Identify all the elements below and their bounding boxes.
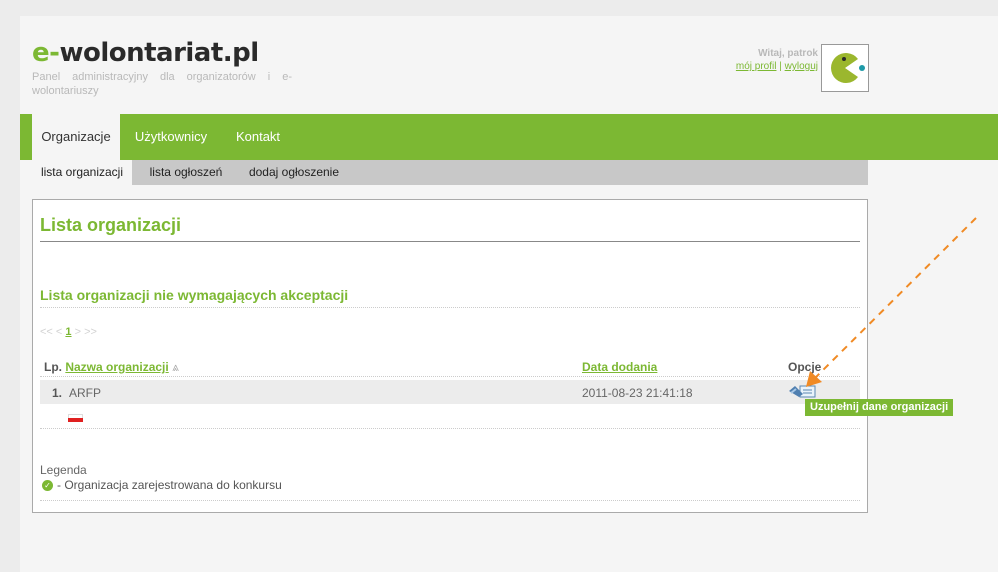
dashed-arrow-annotation <box>806 217 977 387</box>
tooltip: Uzupełnij dane organizacji <box>805 399 954 416</box>
